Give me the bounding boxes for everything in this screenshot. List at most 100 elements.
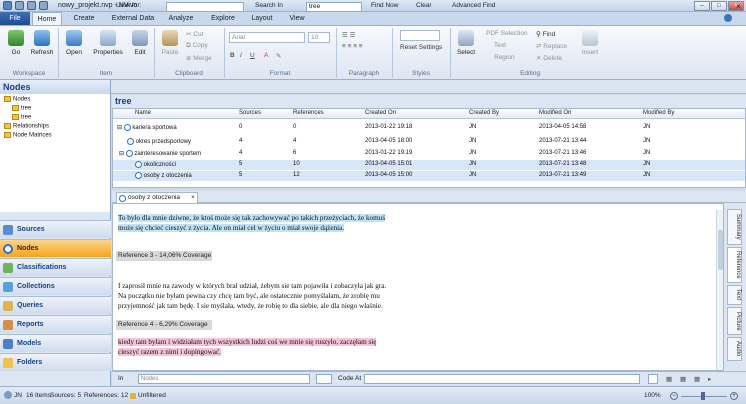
close-tab-icon[interactable]: × — [191, 193, 195, 203]
italic-icon[interactable]: I — [240, 52, 242, 59]
nav-queries-button[interactable]: Queries — [0, 296, 111, 314]
document-tab[interactable]: osoby z otoczenia × — [116, 192, 198, 203]
col-name[interactable]: Name — [135, 110, 151, 116]
table-row[interactable]: okres przedsportowy 4 4 2013-04-05 18:00… — [113, 137, 745, 147]
replace-button[interactable]: ⇄ Replace — [536, 42, 567, 50]
tab-home[interactable]: Home — [32, 12, 62, 25]
hide-coding-bar-icon[interactable]: ▸ — [708, 375, 711, 383]
open-button[interactable]: Open — [62, 49, 86, 56]
find-now-button[interactable]: Find Now — [371, 2, 398, 9]
tab-external-data[interactable]: External Data — [108, 12, 158, 25]
copy-button[interactable]: ⧉ Copy — [186, 42, 208, 50]
tab-create[interactable]: Create — [68, 12, 100, 25]
col-modified-on[interactable]: Modified On — [539, 110, 571, 116]
insert-icon[interactable] — [582, 30, 598, 46]
bold-icon[interactable]: B — [230, 52, 235, 59]
font-family-select[interactable]: Arial — [229, 32, 305, 43]
zoom-out-button[interactable]: − — [670, 392, 678, 400]
go-button[interactable]: Go — [4, 49, 28, 56]
search-in-input[interactable]: tree — [306, 2, 362, 12]
tab-layout[interactable]: Layout — [246, 12, 278, 25]
nav-collections-button[interactable]: Collections — [0, 277, 111, 295]
edit-icon[interactable] — [132, 30, 148, 46]
nav-classifications-button[interactable]: Classifications — [0, 258, 111, 276]
uncode-icon[interactable]: ▦ — [680, 375, 686, 383]
document-view[interactable]: To było dla mnie dziwne, że ktoś może si… — [112, 203, 724, 371]
nav-folders-button[interactable]: Folders — [0, 353, 111, 371]
advanced-find-button[interactable]: Advanced Find — [452, 2, 495, 9]
refresh-button[interactable]: Refresh — [28, 49, 56, 56]
col-sources[interactable]: Sources — [239, 110, 261, 116]
delete-button[interactable]: ✕ Delete — [536, 54, 562, 62]
tab-text[interactable]: Text — [727, 285, 742, 305]
underline-icon[interactable]: U — [250, 52, 255, 59]
table-row[interactable]: ⊟ zainteresowanie sportem 4 6 2013-01-22… — [113, 149, 745, 159]
col-modified-by[interactable]: Modified By — [643, 110, 674, 116]
merge-button[interactable]: ⊕ Merge — [186, 54, 212, 62]
undo-icon[interactable] — [27, 1, 36, 10]
tab-picture[interactable]: Picture — [727, 307, 742, 335]
new-node-icon[interactable]: ▦ — [694, 375, 700, 383]
nav-models-button[interactable]: Models — [0, 334, 111, 352]
tab-file[interactable]: File — [0, 12, 30, 25]
col-references[interactable]: References — [293, 110, 324, 116]
tab-summary[interactable]: Summary — [727, 209, 742, 245]
region-button[interactable]: Region — [494, 54, 515, 61]
table-row[interactable]: okoliczności 5 10 2013-04-05 15:01 JN 20… — [113, 160, 745, 170]
col-created-on[interactable]: Created On — [365, 110, 396, 116]
nav-reports-button[interactable]: Reports — [0, 315, 111, 333]
maximize-button[interactable]: □ — [711, 1, 727, 11]
browse-button[interactable] — [648, 374, 658, 384]
scroll-thumb[interactable] — [718, 230, 723, 270]
nav-sources-button[interactable]: Sources — [0, 220, 111, 238]
tab-explore[interactable]: Explore — [206, 12, 240, 25]
save-icon[interactable] — [15, 1, 24, 10]
code-icon[interactable]: ▦ — [666, 375, 672, 383]
tree-item-relationships[interactable]: Relationships — [4, 123, 49, 130]
pdf-selection-button[interactable]: PDF Selection — [486, 30, 528, 37]
properties-button[interactable]: Properties — [90, 49, 126, 56]
tree-item-tree[interactable]: tree — [12, 105, 31, 112]
edit-button[interactable]: Edit — [128, 49, 152, 56]
customize-icon[interactable] — [39, 1, 48, 10]
font-size-select[interactable]: 10 — [308, 32, 330, 43]
zoom-slider-thumb[interactable] — [701, 392, 705, 400]
zoom-in-button[interactable]: + — [730, 392, 738, 400]
select-button[interactable]: Select — [452, 49, 480, 56]
col-created-by[interactable]: Created By — [469, 110, 499, 116]
help-icon[interactable] — [724, 14, 732, 22]
properties-icon[interactable] — [100, 30, 116, 46]
text-button[interactable]: Text — [494, 42, 506, 49]
align-icon[interactable]: ≡ ≡ ≡ ≡ — [342, 43, 363, 50]
tab-view[interactable]: View — [284, 12, 310, 25]
clear-button[interactable]: Clear — [416, 2, 432, 9]
look-for-input[interactable] — [166, 2, 244, 12]
tab-audio[interactable]: Audio — [727, 337, 742, 361]
cut-button[interactable]: ✂ Cut — [186, 30, 203, 38]
select-icon[interactable] — [458, 30, 474, 46]
reset-settings-button[interactable]: Reset Settings — [400, 44, 442, 51]
tab-reference[interactable]: Reference — [727, 247, 742, 283]
table-row[interactable]: osoby z otoczenia 5 12 2013-04-05 15:00 … — [113, 171, 745, 181]
bullets-icon[interactable]: ☰ ☰ — [342, 31, 355, 39]
vertical-scrollbar[interactable] — [716, 210, 723, 370]
search-in-button[interactable]: Search In — [255, 2, 283, 9]
paste-button[interactable]: Paste — [156, 49, 184, 56]
style-select[interactable] — [400, 30, 440, 41]
tree-item-tree[interactable]: tree — [12, 114, 31, 121]
minimize-button[interactable]: – — [694, 1, 710, 11]
font-color-icon[interactable]: A — [264, 52, 268, 59]
in-select[interactable]: Nodes — [138, 374, 310, 384]
paste-icon[interactable] — [162, 30, 178, 46]
nav-nodes-button[interactable]: Nodes — [0, 239, 111, 257]
insert-button[interactable]: Insert — [576, 49, 604, 56]
open-icon[interactable] — [66, 30, 82, 46]
code-at-select[interactable] — [316, 374, 332, 384]
refresh-icon[interactable] — [34, 30, 50, 46]
tree-item-nodes[interactable]: Nodes — [4, 96, 30, 103]
tree-item-node-matrices[interactable]: Node Matrices — [4, 132, 52, 139]
highlight-icon[interactable]: ✎ — [276, 52, 281, 60]
tab-analyze[interactable]: Analyze — [164, 12, 198, 25]
go-icon[interactable] — [8, 30, 24, 46]
find-button[interactable]: ⚲ Find — [536, 30, 555, 38]
